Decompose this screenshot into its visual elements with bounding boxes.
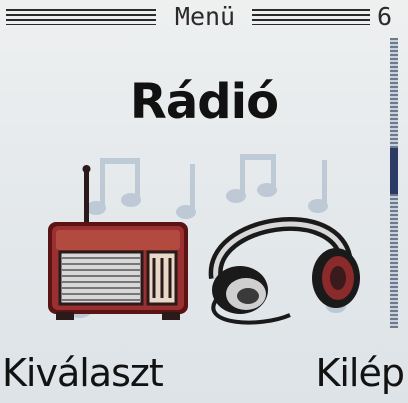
exit-softkey[interactable]: Kilép: [315, 351, 405, 395]
scrollbar-thumb[interactable]: [390, 148, 398, 194]
select-softkey[interactable]: Kiválaszt: [2, 351, 164, 395]
headphones: [208, 217, 360, 325]
radio-and-headphones-icon: [40, 150, 370, 330]
menu-number: 6: [376, 2, 392, 31]
radio-antenna: [82, 165, 91, 224]
title-bar-decoration-left: [6, 9, 156, 25]
phone-screen: Menü 6 Rádió Kiválaszt Kilép: [0, 0, 408, 403]
title-bar: Menü 6: [0, 0, 408, 36]
menu-item-title: Rádió: [129, 74, 279, 130]
menu-title: Menü: [174, 2, 236, 31]
radio-body: [48, 222, 188, 320]
title-bar-decoration-right: [252, 9, 370, 25]
